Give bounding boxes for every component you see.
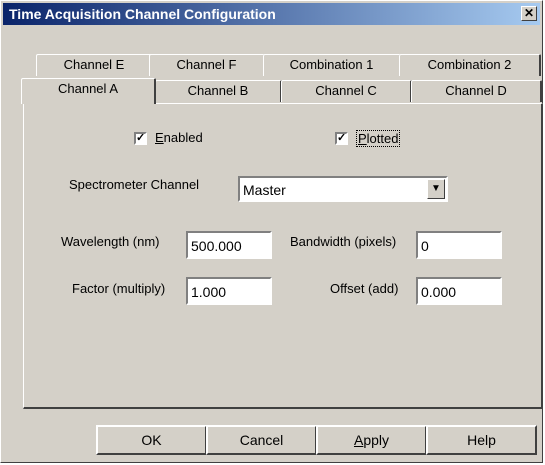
enabled-label-rest: nabled [163,130,203,145]
spectrometer-channel-value: Master [243,182,286,198]
offset-label: Offset (add) [330,281,399,296]
tab-label: Combination 1 [289,57,374,72]
title-bar[interactable]: Time Acquisition Channel Configuration ✕ [3,3,540,25]
tab-channel-f[interactable]: Channel F [149,54,265,76]
tab-channel-a[interactable]: Channel A [21,78,156,104]
spectrometer-channel-label: Spectrometer Channel [69,177,200,192]
plotted-label-rest: lotted [366,131,399,146]
tab-combination-1[interactable]: Combination 1 [263,54,401,76]
enabled-checkbox[interactable]: ✓ [134,132,147,145]
tab-panel: ✓ Enabled ✓ Plotted Spectrometer Channel… [23,103,543,409]
spectrometer-channel-select[interactable]: Master ▼ [238,176,448,202]
offset-input[interactable]: 0.000 [416,277,502,305]
wavelength-input[interactable]: 500.000 [186,231,272,259]
close-icon: ✕ [523,6,535,20]
bandwidth-input[interactable]: 0 [416,231,502,259]
tab-channel-e[interactable]: Channel E [36,54,153,76]
bandwidth-label: Bandwidth (pixels) [290,234,397,249]
close-button[interactable]: ✕ [521,6,537,21]
apply-label-rest: pply [363,432,390,448]
wavelength-label: Wavelength (nm) [61,234,160,249]
enabled-label-mnemonic: E [155,130,164,145]
tab-combination-2[interactable]: Combination 2 [399,54,541,76]
tab-channel-d[interactable]: Channel D [411,80,542,102]
help-button[interactable]: Help [426,425,537,455]
plotted-label[interactable]: Plotted [356,130,401,147]
plotted-label-mnemonic: P [358,131,367,146]
tab-label: Channel B [187,83,249,98]
apply-mnemonic: A [353,432,364,448]
tab-channel-c[interactable]: Channel C [281,80,412,102]
tab-label: Channel F [176,57,237,72]
tab-label: Channel E [63,57,125,72]
factor-label: Factor (multiply) [72,281,166,296]
chevron-down-icon[interactable]: ▼ [427,179,445,199]
window-title: Time Acquisition Channel Configuration [9,6,276,22]
check-icon: ✓ [337,132,347,144]
plotted-checkbox[interactable]: ✓ [335,132,348,145]
tab-label: Channel D [445,83,507,98]
tab-label: Channel A [58,81,118,96]
dialog-window: Time Acquisition Channel Configuration ✕… [0,0,543,463]
factor-input[interactable]: 1.000 [186,277,272,305]
tab-label: Channel C [315,83,377,98]
check-icon: ✓ [136,132,146,144]
cancel-button[interactable]: Cancel [206,425,317,455]
dropdown-arrow-glyph: ▼ [431,183,441,194]
ok-button[interactable]: OK [96,425,207,455]
tab-label: Combination 2 [427,57,512,72]
apply-button[interactable]: Apply [316,425,427,455]
tab-channel-b[interactable]: Channel B [155,80,282,102]
enabled-label[interactable]: Enabled [155,130,203,145]
